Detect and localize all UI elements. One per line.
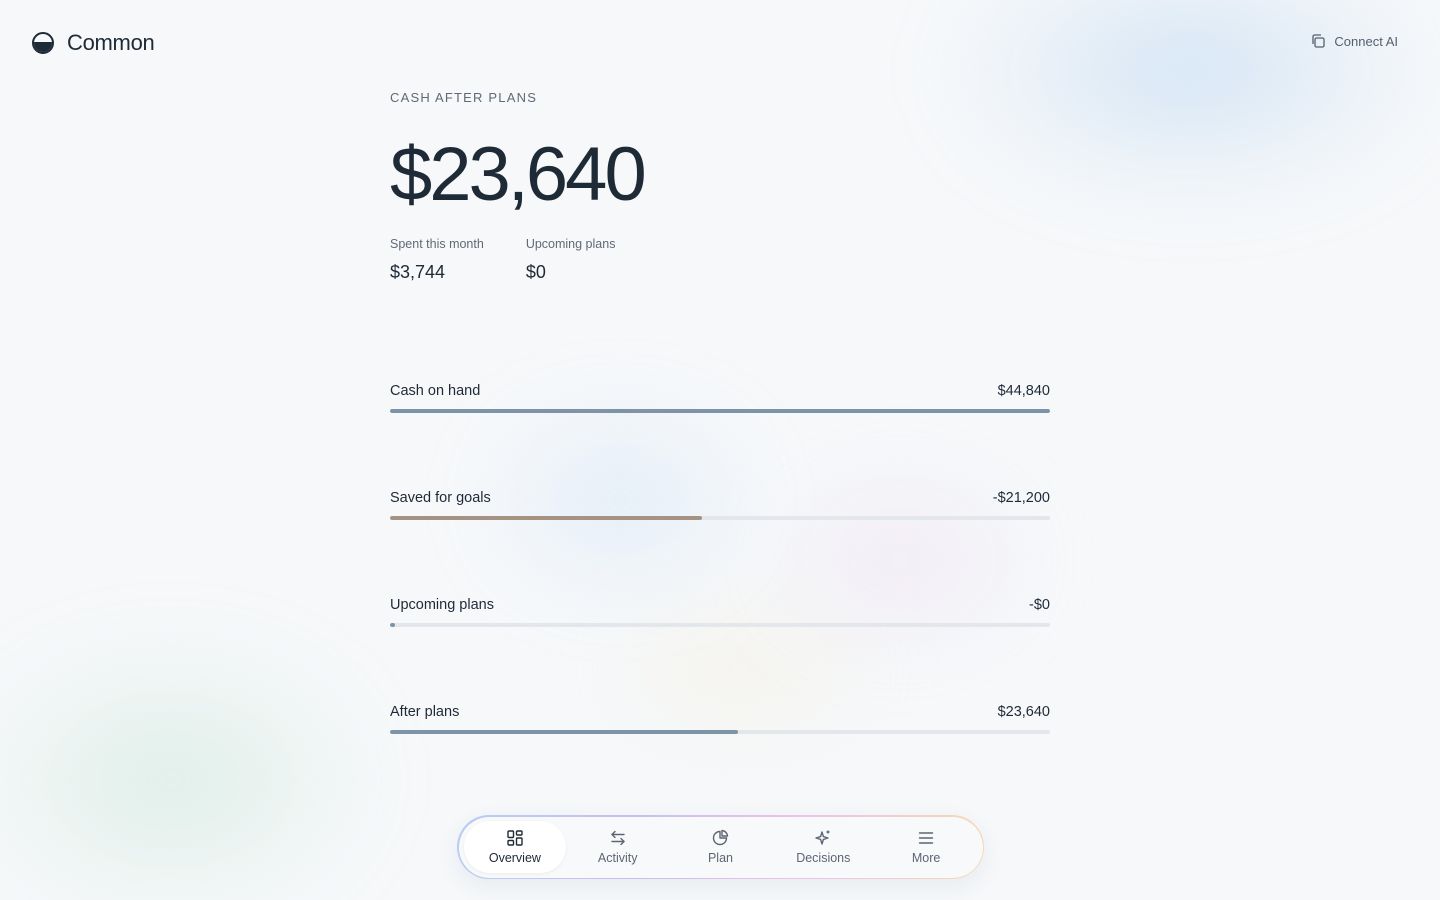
menu-icon [918, 832, 934, 844]
row-label: Saved for goals [390, 490, 491, 506]
stat-label: Spent this month [390, 237, 484, 251]
progress-bar [390, 623, 1050, 627]
summary-stats: Spent this month $3,744 Upcoming plans $… [390, 237, 1050, 283]
tab-activity[interactable]: Activity [566, 821, 669, 873]
progress-fill [390, 730, 738, 734]
row-amount: $44,840 [997, 383, 1050, 399]
summary: CASH AFTER PLANS $23,640 Spent this mont… [390, 90, 1050, 283]
tab-plan[interactable]: Plan [669, 821, 772, 873]
breakdown-row-after-plans[interactable]: After plans $23,640 [390, 704, 1050, 811]
tab-more[interactable]: More [875, 821, 978, 873]
connect-ai-label: Connect AI [1334, 33, 1398, 49]
brand-name: Common [67, 30, 155, 55]
stat-upcoming: Upcoming plans $0 [526, 237, 616, 283]
top-bar: Common Connect AI [0, 0, 1440, 84]
row-amount: -$0 [1029, 597, 1050, 613]
copy-icon [1312, 34, 1326, 48]
tab-label: Plan [707, 851, 733, 865]
cash-after-plans-amount: $23,640 [390, 132, 647, 217]
progress-fill [390, 623, 396, 627]
stat-label: Upcoming plans [525, 237, 616, 251]
stat-value: $3,744 [390, 262, 446, 282]
progress-fill [390, 409, 1050, 413]
breakdown-row-saved-for-goals[interactable]: Saved for goals -$21,200 [390, 490, 1050, 597]
summary-title: CASH AFTER PLANS [390, 90, 538, 105]
pie-icon [713, 829, 729, 846]
row-label: Upcoming plans [390, 597, 494, 613]
stat-value: $0 [525, 262, 546, 282]
breakdown-list: Cash on hand $44,840 Saved for goals -$2… [390, 383, 1050, 811]
row-amount: $23,640 [997, 704, 1050, 720]
sparkle-icon [815, 830, 830, 845]
grid-icon [507, 830, 523, 846]
breakdown-row-upcoming-plans[interactable]: Upcoming plans -$0 [390, 597, 1050, 704]
row-amount: -$21,200 [992, 490, 1050, 506]
tab-label: Overview [488, 851, 541, 865]
arrows-swap-icon [610, 830, 625, 846]
brand[interactable]: Common [32, 30, 155, 56]
stat-spent: Spent this month $3,744 [390, 237, 484, 283]
progress-fill [390, 516, 703, 520]
bottom-nav: Overview Activity Plan Decisions More [457, 815, 984, 879]
tab-label: More [911, 851, 941, 865]
breakdown-row-cash-on-hand[interactable]: Cash on hand $44,840 [390, 383, 1050, 490]
progress-bar [390, 409, 1050, 413]
progress-bar [390, 516, 1050, 520]
row-label: Cash on hand [390, 383, 481, 399]
tab-label: Decisions [796, 851, 851, 865]
connect-ai-button[interactable]: Connect AI [1310, 33, 1398, 49]
progress-bar [390, 730, 1050, 734]
tab-decisions[interactable]: Decisions [772, 821, 875, 873]
tab-label: Activity [597, 851, 638, 865]
row-label: After plans [390, 704, 460, 720]
logo-icon [32, 32, 54, 54]
tab-overview[interactable]: Overview [463, 821, 567, 873]
